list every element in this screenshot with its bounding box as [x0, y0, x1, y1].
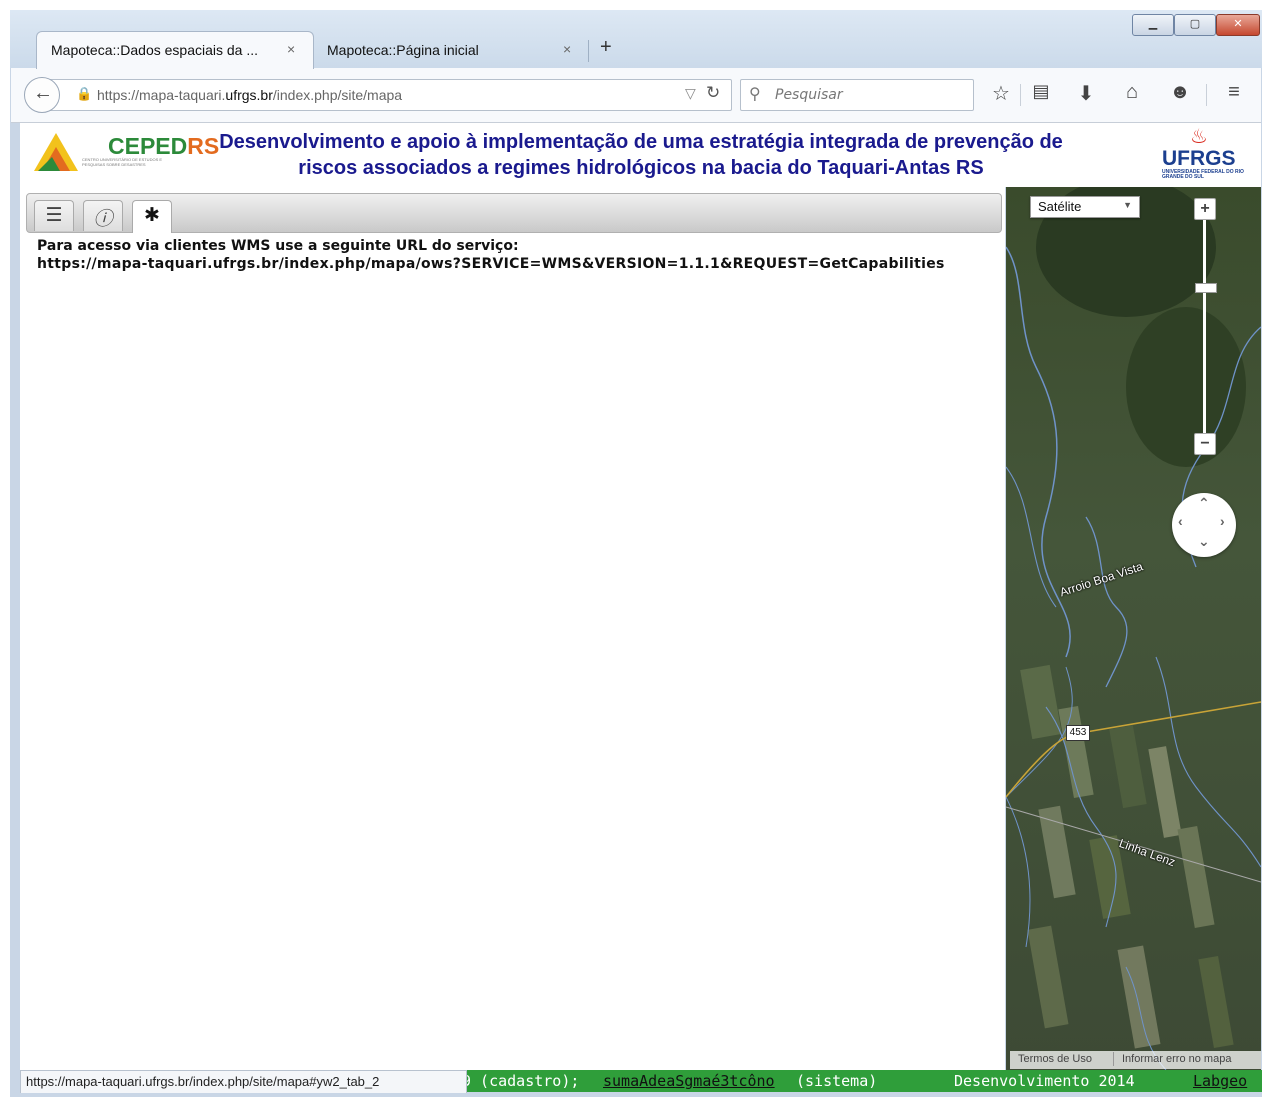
home-icon[interactable]: ⌂ [1118, 81, 1146, 104]
menu-icon[interactable]: ≡ [1220, 81, 1248, 104]
tab-dados-espaciais[interactable]: Mapoteca::Dados espaciais da ... × [36, 31, 314, 69]
ufrgs-logo[interactable]: ♨ UFRGS UNIVERSIDADE FEDERAL DO RIO GRAN… [1158, 124, 1250, 186]
pan-down-icon[interactable]: ⌄ [1198, 533, 1210, 550]
content-panel [20, 187, 1005, 1070]
cepedrs-subtitle: CENTRO UNIVERSITÁRIO DE ESTUDOS E PESQUI… [82, 157, 163, 167]
panel-tab-strip [26, 193, 1002, 233]
reload-icon[interactable]: ↻ [706, 83, 720, 103]
tab-close-icon[interactable]: × [563, 41, 571, 57]
url-bar[interactable]: 🔒 https://mapa-taquari.ufrgs.br/index.ph… [48, 79, 732, 111]
terms-link[interactable]: Termos de Uso [1018, 1053, 1092, 1065]
lock-icon: 🔒 [76, 86, 93, 101]
wms-label: Para acesso via clientes WMS use a segui… [37, 238, 519, 254]
footer-credit: Desenvolvimento 2014 [954, 1072, 1135, 1090]
dropdown-arrow-icon[interactable]: ▽ [685, 85, 696, 102]
maximize-button[interactable]: ▢ [1174, 14, 1216, 36]
layers-icon: ☰ [45, 205, 63, 226]
ufrgs-subtitle: UNIVERSIDADE FEDERAL DO RIO GRANDE DO SU… [1162, 169, 1244, 180]
map-imagery [1006, 187, 1261, 1070]
back-button[interactable]: ← [24, 77, 60, 113]
project-title-line1: Desenvolvimento e apoio à implementação … [219, 131, 1063, 153]
tab-separator [588, 40, 589, 62]
map-type-value: Satélite [1038, 199, 1082, 214]
toolbar-separator [1206, 84, 1207, 106]
pan-control[interactable]: ⌃ ⌄ ‹ › [1172, 493, 1236, 557]
labgeo-link[interactable]: Labgeo [1193, 1071, 1247, 1091]
tab-close-icon[interactable]: × [287, 41, 295, 57]
footer-email-link[interactable]: sumaAdeaSgmaé3tcôno [603, 1071, 775, 1091]
maximize-icon: ▢ [1189, 18, 1201, 30]
pan-right-icon[interactable]: › [1220, 513, 1225, 529]
road-shield: 453 [1066, 725, 1090, 741]
attribution-divider [1113, 1052, 1114, 1066]
project-title: Desenvolvimento e apoio à implementação … [180, 129, 1102, 181]
tab-title: Mapoteca::Dados espaciais da ... [51, 42, 259, 58]
footer-text-cadastro: 9 (cadastro); [462, 1072, 580, 1090]
cepedrs-logo[interactable]: CEPEDRS CENTRO UNIVERSITÁRIO DE ESTUDOS … [30, 128, 219, 180]
minimize-icon: ▁ [1148, 18, 1158, 30]
wms-info: Para acesso via clientes WMS use a segui… [37, 237, 945, 273]
reading-list-icon[interactable]: ▤ [1027, 81, 1055, 102]
report-error-link[interactable]: Informar erro no mapa [1122, 1053, 1231, 1065]
pan-left-icon[interactable]: ‹ [1178, 513, 1183, 529]
chat-icon[interactable]: ☻ [1166, 81, 1194, 104]
toolbar-separator [1020, 84, 1021, 106]
wms-url[interactable]: https://mapa-taquari.ufrgs.br/index.php/… [37, 255, 945, 273]
search-input[interactable] [773, 80, 967, 110]
status-url-tooltip: https://mapa-taquari.ufrgs.br/index.php/… [20, 1070, 467, 1093]
pan-up-icon[interactable]: ⌃ [1198, 495, 1210, 512]
zoom-slider-handle[interactable] [1195, 283, 1217, 293]
tab-info[interactable]: ⓘ [83, 200, 123, 231]
map-attribution: Termos de Uso Informar erro no mapa [1010, 1051, 1261, 1069]
tab-settings[interactable]: ✱ [132, 200, 172, 233]
tab-pagina-inicial[interactable]: Mapoteca::Página inicial × [312, 31, 590, 69]
new-tab-button[interactable]: + [600, 36, 612, 59]
back-arrow-icon: ← [33, 82, 53, 104]
search-icon: ⚲ [749, 86, 761, 103]
footer-text-sistema: (sistema) [796, 1072, 878, 1090]
star-icon[interactable]: ☆ [987, 81, 1015, 106]
chevron-down-icon: ▼ [1123, 200, 1132, 210]
tab-title: Mapoteca::Página inicial [327, 42, 479, 58]
flame-icon: ♨ [1190, 126, 1208, 148]
close-window-button[interactable]: ✕ [1216, 14, 1260, 36]
map-type-select[interactable]: Satélite ▼ [1030, 196, 1140, 218]
satellite-map[interactable] [1006, 187, 1261, 1070]
project-title-line2: riscos associados a regimes hidrológicos… [298, 157, 984, 179]
tab-layers[interactable]: ☰ [34, 200, 74, 231]
zoom-slider-track[interactable] [1203, 218, 1206, 438]
ufrgs-name: UFRGS [1162, 147, 1236, 170]
minimize-button[interactable]: ▁ [1132, 14, 1174, 36]
info-icon: ⓘ [93, 208, 113, 230]
download-icon[interactable]: ⬇ [1072, 81, 1100, 106]
zoom-out-button[interactable]: − [1194, 433, 1216, 455]
cepedrs-triangle-icon [34, 133, 78, 171]
status-url-text: https://mapa-taquari.ufrgs.br/index.php/… [26, 1074, 380, 1089]
gear-icon: ✱ [144, 205, 160, 226]
url-text: https://mapa-taquari.ufrgs.br/index.php/… [97, 87, 403, 103]
close-icon: ✕ [1233, 18, 1243, 30]
zoom-in-button[interactable]: + [1194, 198, 1216, 220]
search-bar[interactable]: ⚲ [740, 79, 974, 111]
